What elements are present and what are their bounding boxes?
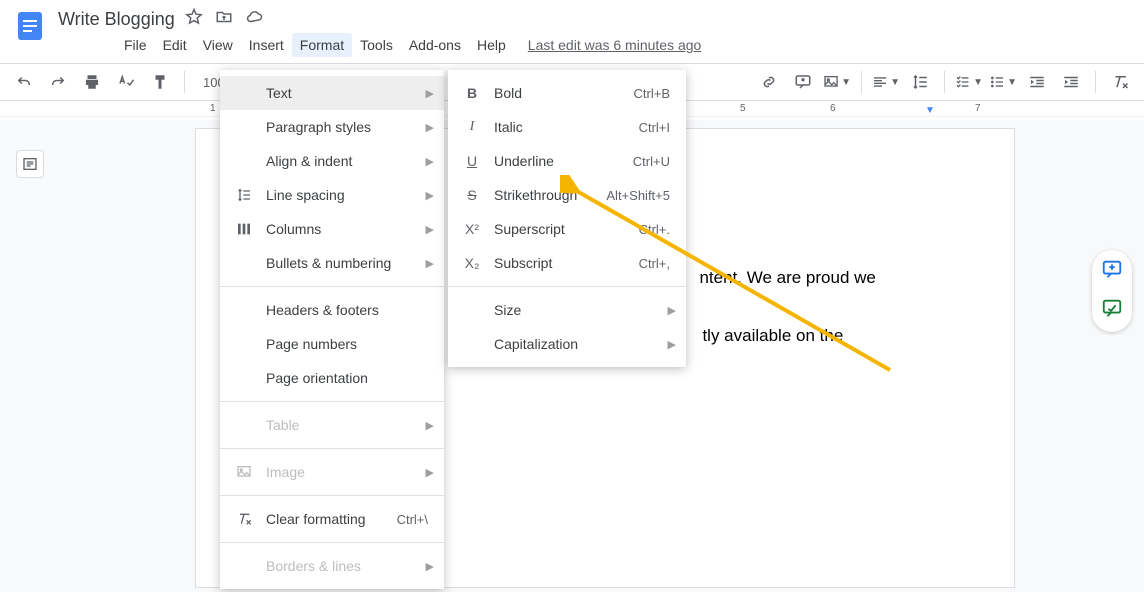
comment-button[interactable] bbox=[789, 68, 817, 96]
format-item-text[interactable]: Text▶ bbox=[220, 76, 444, 110]
line-spacing-button[interactable] bbox=[906, 68, 934, 96]
side-panel bbox=[1092, 250, 1132, 332]
format-item-paragraph-styles[interactable]: Paragraph styles▶ bbox=[220, 110, 444, 144]
toolbar-separator bbox=[861, 71, 862, 93]
indent-marker-icon[interactable]: ▼ bbox=[925, 105, 935, 116]
increase-indent-button[interactable] bbox=[1057, 68, 1085, 96]
menu-edit[interactable]: Edit bbox=[155, 33, 195, 57]
menu-addons[interactable]: Add-ons bbox=[401, 33, 469, 57]
add-comment-icon[interactable] bbox=[1101, 258, 1123, 285]
format-item-line-spacing[interactable]: Line spacing▶ bbox=[220, 178, 444, 212]
format-item-headers-footers[interactable]: Headers & footers bbox=[220, 293, 444, 327]
text-item-bold[interactable]: BBoldCtrl+B bbox=[448, 76, 686, 110]
toolbar-separator bbox=[184, 71, 185, 93]
text-item-capitalization[interactable]: Capitalization▶ bbox=[448, 327, 686, 361]
align-button[interactable]: ▼ bbox=[872, 68, 900, 96]
menu-format[interactable]: Format bbox=[292, 33, 352, 57]
format-item-borders-lines: Borders & lines▶ bbox=[220, 549, 444, 583]
menubar: File Edit View Insert Format Tools Add-o… bbox=[58, 31, 701, 63]
print-button[interactable] bbox=[78, 68, 106, 96]
text-item-superscript[interactable]: X²SuperscriptCtrl+. bbox=[448, 212, 686, 246]
menu-insert[interactable]: Insert bbox=[241, 33, 292, 57]
undo-button[interactable] bbox=[10, 68, 38, 96]
text-item-subscript[interactable]: X₂SubscriptCtrl+, bbox=[448, 246, 686, 280]
menu-tools[interactable]: Tools bbox=[352, 33, 401, 57]
last-edit-link[interactable]: Last edit was 6 minutes ago bbox=[528, 37, 702, 53]
format-menu: Text▶Paragraph styles▶Align & indent▶Lin… bbox=[220, 70, 444, 589]
document-text: ntent. We are proud we tly available on … bbox=[690, 235, 876, 351]
suggest-edit-icon[interactable] bbox=[1101, 297, 1123, 324]
menu-file[interactable]: File bbox=[116, 33, 155, 57]
image-button[interactable]: ▼ bbox=[823, 68, 851, 96]
clear-formatting-button[interactable] bbox=[1106, 68, 1134, 96]
redo-button[interactable] bbox=[44, 68, 72, 96]
format-item-image: Image▶ bbox=[220, 455, 444, 489]
toolbar-separator bbox=[944, 71, 945, 93]
spellcheck-button[interactable] bbox=[112, 68, 140, 96]
toolbar-separator bbox=[1095, 71, 1096, 93]
text-submenu: BBoldCtrl+BIItalicCtrl+IUUnderlineCtrl+U… bbox=[448, 70, 686, 367]
checklist-button[interactable]: ▼ bbox=[955, 68, 983, 96]
document-title[interactable]: Write Blogging bbox=[58, 9, 175, 30]
text-item-size[interactable]: Size▶ bbox=[448, 293, 686, 327]
format-item-page-orientation[interactable]: Page orientation bbox=[220, 361, 444, 395]
text-item-strikethrough[interactable]: SStrikethroughAlt+Shift+5 bbox=[448, 178, 686, 212]
format-item-page-numbers[interactable]: Page numbers bbox=[220, 327, 444, 361]
outline-button[interactable] bbox=[16, 150, 44, 178]
format-item-table: Table▶ bbox=[220, 408, 444, 442]
star-icon[interactable] bbox=[185, 8, 203, 31]
bulleted-list-button[interactable]: ▼ bbox=[989, 68, 1017, 96]
paint-format-button[interactable] bbox=[146, 68, 174, 96]
format-item-bullets-numbering[interactable]: Bullets & numbering▶ bbox=[220, 246, 444, 280]
format-item-columns[interactable]: Columns▶ bbox=[220, 212, 444, 246]
menu-view[interactable]: View bbox=[195, 33, 241, 57]
menu-help[interactable]: Help bbox=[469, 33, 514, 57]
decrease-indent-button[interactable] bbox=[1023, 68, 1051, 96]
format-item-clear-formatting[interactable]: Clear formattingCtrl+\ bbox=[220, 502, 444, 536]
move-icon[interactable] bbox=[215, 8, 233, 31]
link-button[interactable] bbox=[755, 68, 783, 96]
text-item-italic[interactable]: IItalicCtrl+I bbox=[448, 110, 686, 144]
cloud-icon[interactable] bbox=[245, 8, 263, 31]
text-item-underline[interactable]: UUnderlineCtrl+U bbox=[448, 144, 686, 178]
format-item-align-indent[interactable]: Align & indent▶ bbox=[220, 144, 444, 178]
docs-logo-icon[interactable] bbox=[12, 8, 48, 44]
